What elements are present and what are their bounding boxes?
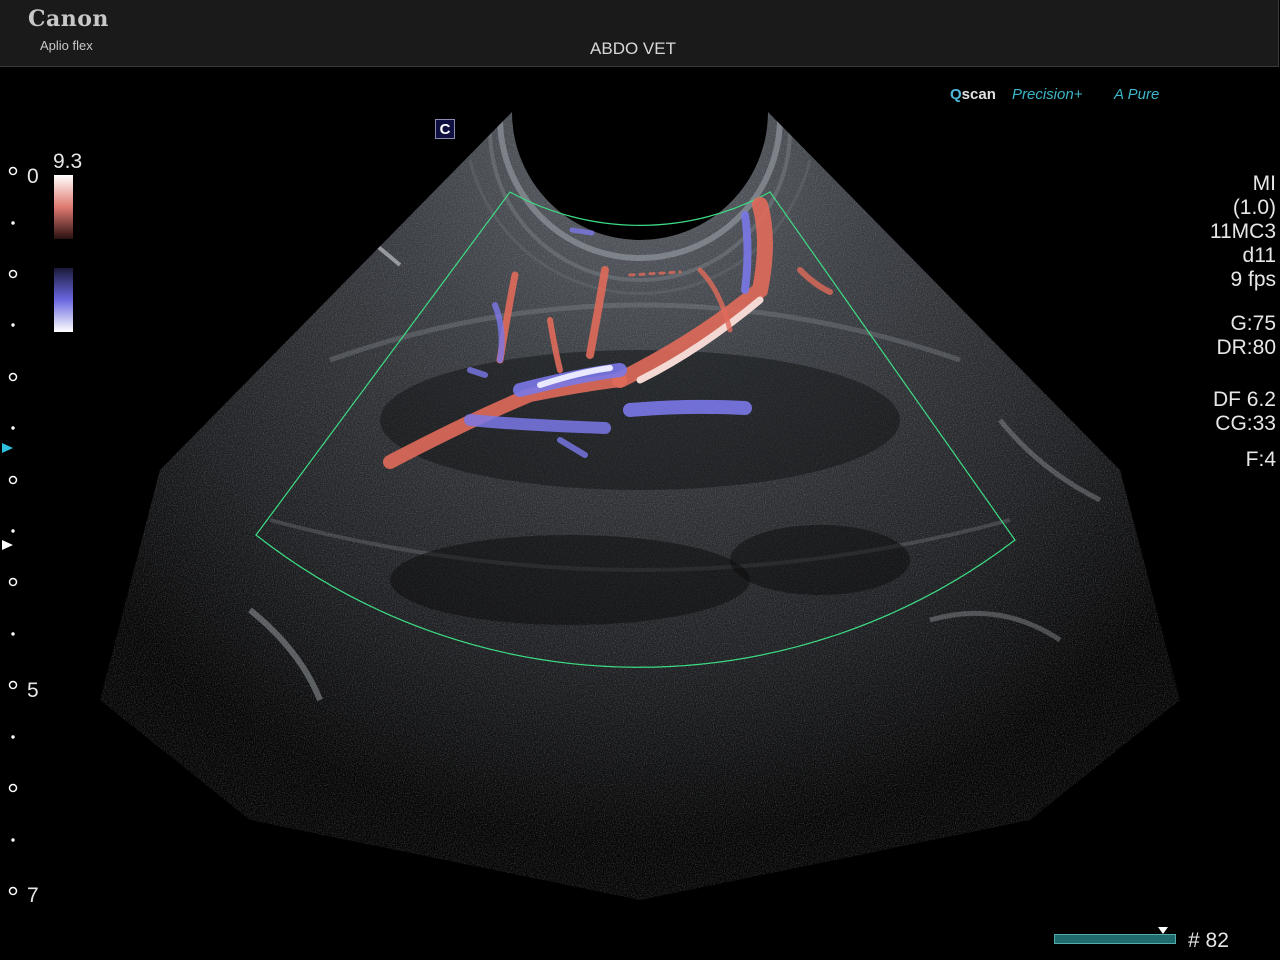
mi-value: (1.0) [1232,196,1276,219]
cine-progress-bar[interactable] [1054,934,1176,944]
color-mode-icon: C [435,119,455,139]
doppler-frequency: DF 6.2 [1212,388,1276,411]
focus-count: F:4 [1245,448,1276,471]
depth-label-7: 7 [27,884,39,907]
frame-rate: 9 fps [1230,268,1276,291]
depth-setting: d11 [1242,244,1276,267]
qscan-tag: Qscan [950,86,996,103]
parameter-panel-gain: G:75 DR:80 [1216,312,1276,360]
cine-marker-icon[interactable] [1158,927,1168,934]
ultrasound-image [8,112,1180,900]
precision-tag: Precision+ [1012,86,1083,103]
focus-marker-icon[interactable] [2,443,13,453]
parameter-panel-doppler: DF 6.2 CG:33 [1213,388,1276,436]
apure-tag: A Pure [1114,86,1160,103]
color-scale-max: 9.3 [53,150,83,173]
mi-label: MI [1252,172,1276,195]
transducer-label: 11MC3 [1209,220,1276,243]
color-bar-positive [54,175,73,239]
parameter-panel-top: MI (1.0) 11MC3 d11 9 fps [1210,172,1276,292]
gain-value: G:75 [1230,312,1276,335]
color-scale-baseline: 0 [27,165,39,188]
color-gain-value: CG:33 [1215,412,1276,435]
dynamic-range-value: DR:80 [1216,336,1276,359]
depth-label-5: 5 [27,679,39,702]
color-bar-negative [54,268,73,332]
frame-number: # 82 [1188,929,1229,952]
depth-scale [8,166,18,896]
depth-marker-icon[interactable] [2,540,13,550]
